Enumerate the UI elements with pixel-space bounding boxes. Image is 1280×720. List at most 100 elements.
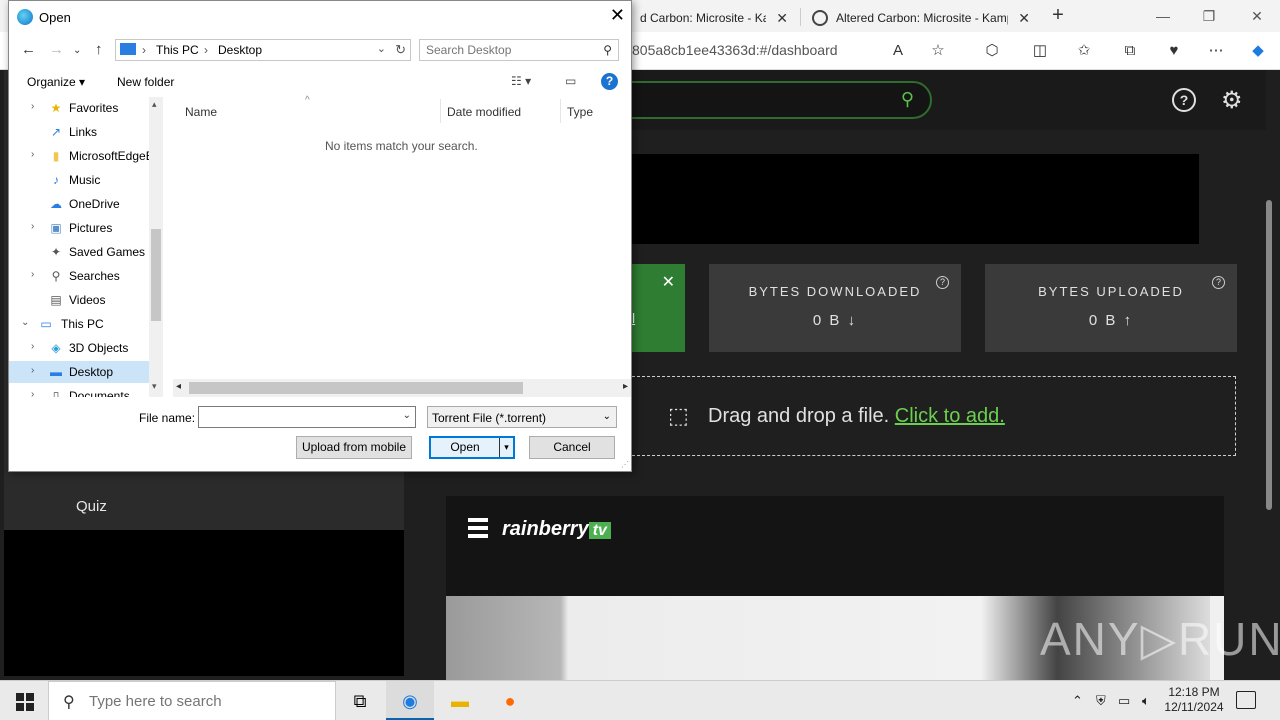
- tree-item-music[interactable]: ♪ Music: [9, 169, 149, 191]
- scrollbar-thumb[interactable]: [189, 382, 523, 394]
- tree-item-3d-objects[interactable]: › ◈ 3D Objects: [9, 337, 149, 359]
- collections-icon[interactable]: ⧉: [1118, 40, 1142, 62]
- scrollbar-thumb[interactable]: [151, 229, 161, 321]
- split-screen-icon[interactable]: ◫: [1028, 40, 1052, 62]
- resize-grip-icon[interactable]: ⋰: [621, 460, 629, 469]
- file-drop-zone[interactable]: ⬚ Drag and drop a file. Click to add.: [632, 376, 1236, 456]
- column-header-date-modified[interactable]: Date modified: [447, 105, 521, 129]
- scroll-left-icon[interactable]: ◂: [176, 381, 181, 392]
- tree-item-onedrive[interactable]: ☁ OneDrive: [9, 193, 149, 215]
- file-name-input[interactable]: [203, 410, 393, 424]
- tree-item-desktop[interactable]: › ▬ Desktop: [9, 361, 149, 383]
- tree-item-links[interactable]: ↗ Links: [9, 121, 149, 143]
- close-icon[interactable]: ✕: [776, 10, 788, 27]
- more-options-icon[interactable]: ⋯: [1204, 40, 1228, 62]
- volume-icon[interactable]: 🔈︎: [1142, 681, 1150, 720]
- system-clock[interactable]: 12:18 PM 12/11/2024: [1162, 685, 1226, 715]
- edge-taskbar-icon[interactable]: ◉: [386, 681, 434, 720]
- up-arrow-icon[interactable]: ↑: [95, 41, 103, 58]
- tree-item-documents[interactable]: › ▯ Documents: [9, 385, 149, 397]
- notification-icon[interactable]: [1236, 691, 1256, 709]
- performance-icon[interactable]: ♥: [1162, 40, 1186, 62]
- copilot-icon[interactable]: ◆: [1246, 40, 1270, 62]
- address-breadcrumb[interactable]: › This PC › Desktop ⌄ ↻: [115, 39, 411, 61]
- hamburger-menu-icon[interactable]: [468, 518, 488, 538]
- refresh-icon[interactable]: ↻: [395, 42, 406, 58]
- column-header-name[interactable]: Name: [185, 105, 217, 129]
- chevron-down-icon[interactable]: ▾: [499, 438, 513, 457]
- tree-item-edge-backups[interactable]: › ▮ MicrosoftEdgeBackups: [9, 145, 149, 167]
- favorite-star-icon[interactable]: ☆: [926, 40, 950, 62]
- favorites-icon[interactable]: ✩: [1072, 40, 1096, 62]
- back-arrow-icon[interactable]: ←: [21, 41, 36, 58]
- browser-tab[interactable]: Altered Carbon: Microsite - Kamp ✕: [804, 4, 1038, 32]
- view-options-icon[interactable]: ☷ ▾: [511, 74, 531, 88]
- column-separator[interactable]: [440, 99, 441, 123]
- tree-item-this-pc[interactable]: ⌄ ▭ This PC: [9, 313, 149, 335]
- sidebar-item-quiz[interactable]: Quiz: [76, 498, 107, 515]
- help-icon[interactable]: ?: [601, 73, 618, 90]
- breadcrumb-this-pc[interactable]: This PC: [156, 43, 199, 57]
- scroll-right-icon[interactable]: ▸: [623, 381, 628, 392]
- app-search-input[interactable]: ⚲: [604, 81, 932, 119]
- chevron-down-icon[interactable]: ⌄: [377, 42, 386, 55]
- windows-start-button[interactable]: [0, 681, 48, 720]
- chevron-right-icon[interactable]: ›: [31, 221, 34, 232]
- organize-button[interactable]: Organize ▾: [27, 75, 85, 89]
- cancel-button[interactable]: Cancel: [529, 436, 615, 459]
- close-window-button[interactable]: ✕: [1234, 4, 1280, 28]
- help-icon[interactable]: ?: [1172, 88, 1196, 112]
- network-icon[interactable]: ▭: [1118, 681, 1130, 720]
- firefox-icon[interactable]: ●: [486, 681, 534, 720]
- chevron-down-icon[interactable]: ⌄: [21, 317, 29, 328]
- chevron-right-icon[interactable]: ›: [31, 365, 34, 376]
- tree-item-saved-games[interactable]: ✦ Saved Games: [9, 241, 149, 263]
- search-box[interactable]: ⚲: [419, 39, 619, 61]
- preview-pane-icon[interactable]: ▭: [565, 74, 576, 88]
- scroll-up-icon[interactable]: ▴: [152, 99, 157, 110]
- read-aloud-icon[interactable]: A: [886, 40, 910, 62]
- chevron-down-icon[interactable]: ⌄: [403, 410, 411, 421]
- show-hidden-icons-chevron-icon[interactable]: ⌃: [1072, 681, 1083, 720]
- taskbar-search-box[interactable]: ⚲: [48, 681, 336, 720]
- upload-from-mobile-button[interactable]: Upload from mobile: [296, 436, 412, 459]
- recent-chevron-icon[interactable]: ⌄: [73, 45, 81, 56]
- chevron-right-icon[interactable]: ›: [31, 101, 34, 112]
- file-list-hscrollbar[interactable]: ◂ ▸: [173, 379, 631, 397]
- close-icon[interactable]: ✕: [610, 5, 625, 26]
- gear-icon[interactable]: ⚙: [1221, 86, 1243, 115]
- column-header-type[interactable]: Type: [567, 105, 593, 129]
- page-scrollbar[interactable]: [1266, 200, 1272, 510]
- chevron-right-icon[interactable]: ›: [31, 389, 34, 397]
- file-name-combobox[interactable]: ⌄: [198, 406, 416, 428]
- chevron-right-icon[interactable]: ›: [31, 341, 34, 352]
- new-folder-button[interactable]: New folder: [117, 75, 174, 89]
- click-to-add-link[interactable]: Click to add.: [895, 405, 1005, 427]
- search-input[interactable]: [426, 43, 586, 57]
- chevron-right-icon[interactable]: ›: [31, 269, 34, 280]
- open-button[interactable]: Open ▾: [429, 436, 515, 459]
- close-icon[interactable]: ✕: [662, 272, 675, 292]
- column-separator[interactable]: [560, 99, 561, 123]
- minimize-button[interactable]: —: [1140, 4, 1186, 28]
- close-icon[interactable]: ✕: [1018, 10, 1030, 27]
- forward-arrow-icon[interactable]: →: [49, 41, 64, 58]
- tree-item-searches[interactable]: › ⚲ Searches: [9, 265, 149, 287]
- restore-button[interactable]: ❐: [1186, 4, 1232, 28]
- file-explorer-icon[interactable]: ▬: [436, 681, 484, 720]
- browser-tab[interactable]: d Carbon: Microsite - Kamp ✕: [632, 4, 796, 32]
- file-type-filter[interactable]: Torrent File (*.torrent) ⌄: [427, 406, 617, 428]
- tree-item-videos[interactable]: ▤ Videos: [9, 289, 149, 311]
- new-tab-button[interactable]: +: [1046, 4, 1070, 28]
- extensions-icon[interactable]: ⬡: [980, 40, 1004, 62]
- url-text[interactable]: 805a8cb1ee43363d:#/dashboard: [632, 42, 838, 58]
- tree-item-favorites[interactable]: › ★ Favorites: [9, 97, 149, 119]
- scroll-down-icon[interactable]: ▾: [152, 381, 157, 392]
- taskbar-search-input[interactable]: [89, 693, 319, 710]
- breadcrumb-desktop[interactable]: Desktop: [218, 43, 262, 57]
- security-icon[interactable]: ⛨: [1096, 681, 1106, 720]
- navigation-scrollbar[interactable]: ▴ ▾: [149, 97, 163, 397]
- chevron-right-icon[interactable]: ›: [31, 149, 34, 160]
- task-view-icon[interactable]: ⧉: [336, 681, 384, 720]
- tree-item-pictures[interactable]: › ▣ Pictures: [9, 217, 149, 239]
